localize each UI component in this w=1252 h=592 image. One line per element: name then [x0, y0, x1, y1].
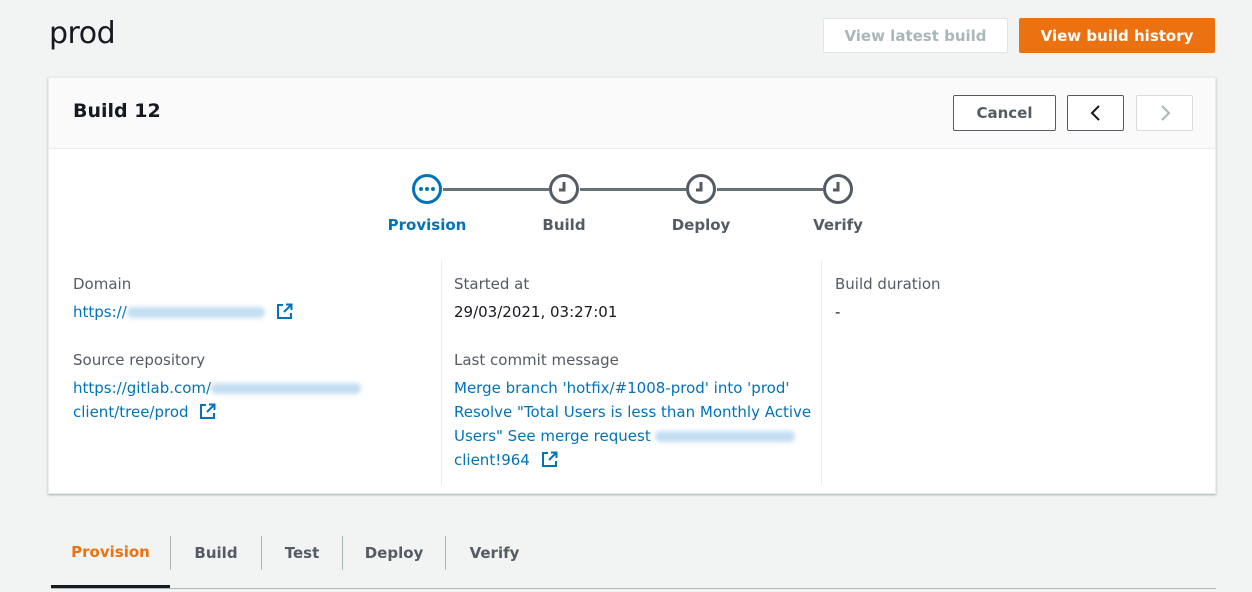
tab-build[interactable]: Build — [171, 518, 261, 588]
step-connector — [443, 188, 549, 191]
pending-clock-icon — [823, 174, 853, 204]
repo-prefix: https://gitlab.com/ — [73, 379, 212, 397]
tab-test[interactable]: Test — [262, 518, 342, 588]
in-progress-icon — [412, 174, 442, 204]
column-divider — [441, 260, 442, 485]
view-latest-build-button[interactable]: View latest build — [823, 18, 1008, 53]
cancel-button[interactable]: Cancel — [953, 95, 1056, 131]
next-build-button[interactable] — [1136, 95, 1193, 131]
tab-provision[interactable]: Provision — [51, 518, 170, 588]
commit-line-1: Merge branch 'hotfix/#1008-prod' into 'p… — [454, 379, 790, 397]
pending-clock-icon — [686, 174, 716, 204]
pending-clock-icon — [549, 174, 579, 204]
build-duration-label: Build duration — [835, 275, 941, 293]
commit-line-3: Users" See merge request — [454, 427, 651, 445]
tab-deploy[interactable]: Deploy — [343, 518, 445, 588]
commit-line-2: Resolve "Total Users is less than Monthl… — [454, 403, 812, 421]
tab-verify[interactable]: Verify — [446, 518, 543, 588]
last-commit-link[interactable]: Merge branch 'hotfix/#1008-prod' into 'p… — [454, 376, 814, 472]
view-build-history-button[interactable]: View build history — [1019, 18, 1215, 53]
chevron-right-icon — [1160, 105, 1170, 121]
domain-link[interactable]: https:// — [73, 300, 293, 324]
redacted-text — [126, 307, 265, 318]
chevron-left-icon — [1090, 105, 1100, 121]
commit-line-4: client!964 — [454, 451, 530, 469]
build-duration-value: - — [835, 303, 841, 321]
started-at-value: 29/03/2021, 03:27:01 — [454, 303, 618, 321]
step-connector — [717, 188, 823, 191]
redacted-text — [655, 431, 796, 442]
step-label-provision: Provision — [387, 216, 467, 234]
build-title: Build 12 — [73, 100, 161, 122]
step-label-verify: Verify — [813, 216, 863, 234]
phase-tabs: Provision Build Test Deploy Verify — [51, 518, 1216, 589]
step-label-deploy: Deploy — [671, 216, 731, 234]
external-link-icon — [276, 303, 293, 319]
last-commit-label: Last commit message — [454, 351, 619, 369]
domain-prefix: https:// — [73, 303, 127, 321]
previous-build-button[interactable] — [1067, 95, 1124, 131]
started-at-label: Started at — [454, 275, 530, 293]
step-label-build: Build — [542, 216, 586, 234]
column-divider — [821, 260, 822, 485]
source-repository-label: Source repository — [73, 351, 206, 369]
page-title: prod — [49, 16, 116, 51]
build-card-header: Build 12 Cancel — [49, 78, 1215, 149]
build-card: Build 12 Cancel Provision Build Deploy V… — [48, 77, 1216, 494]
domain-label: Domain — [73, 275, 132, 293]
external-link-icon — [541, 451, 558, 467]
external-link-icon — [200, 403, 216, 419]
repo-path: client/tree/prod — [73, 403, 189, 421]
redacted-text — [211, 383, 362, 394]
step-connector — [580, 188, 686, 191]
source-repository-link[interactable]: https://gitlab.com/ client/tree/prod — [73, 376, 413, 424]
